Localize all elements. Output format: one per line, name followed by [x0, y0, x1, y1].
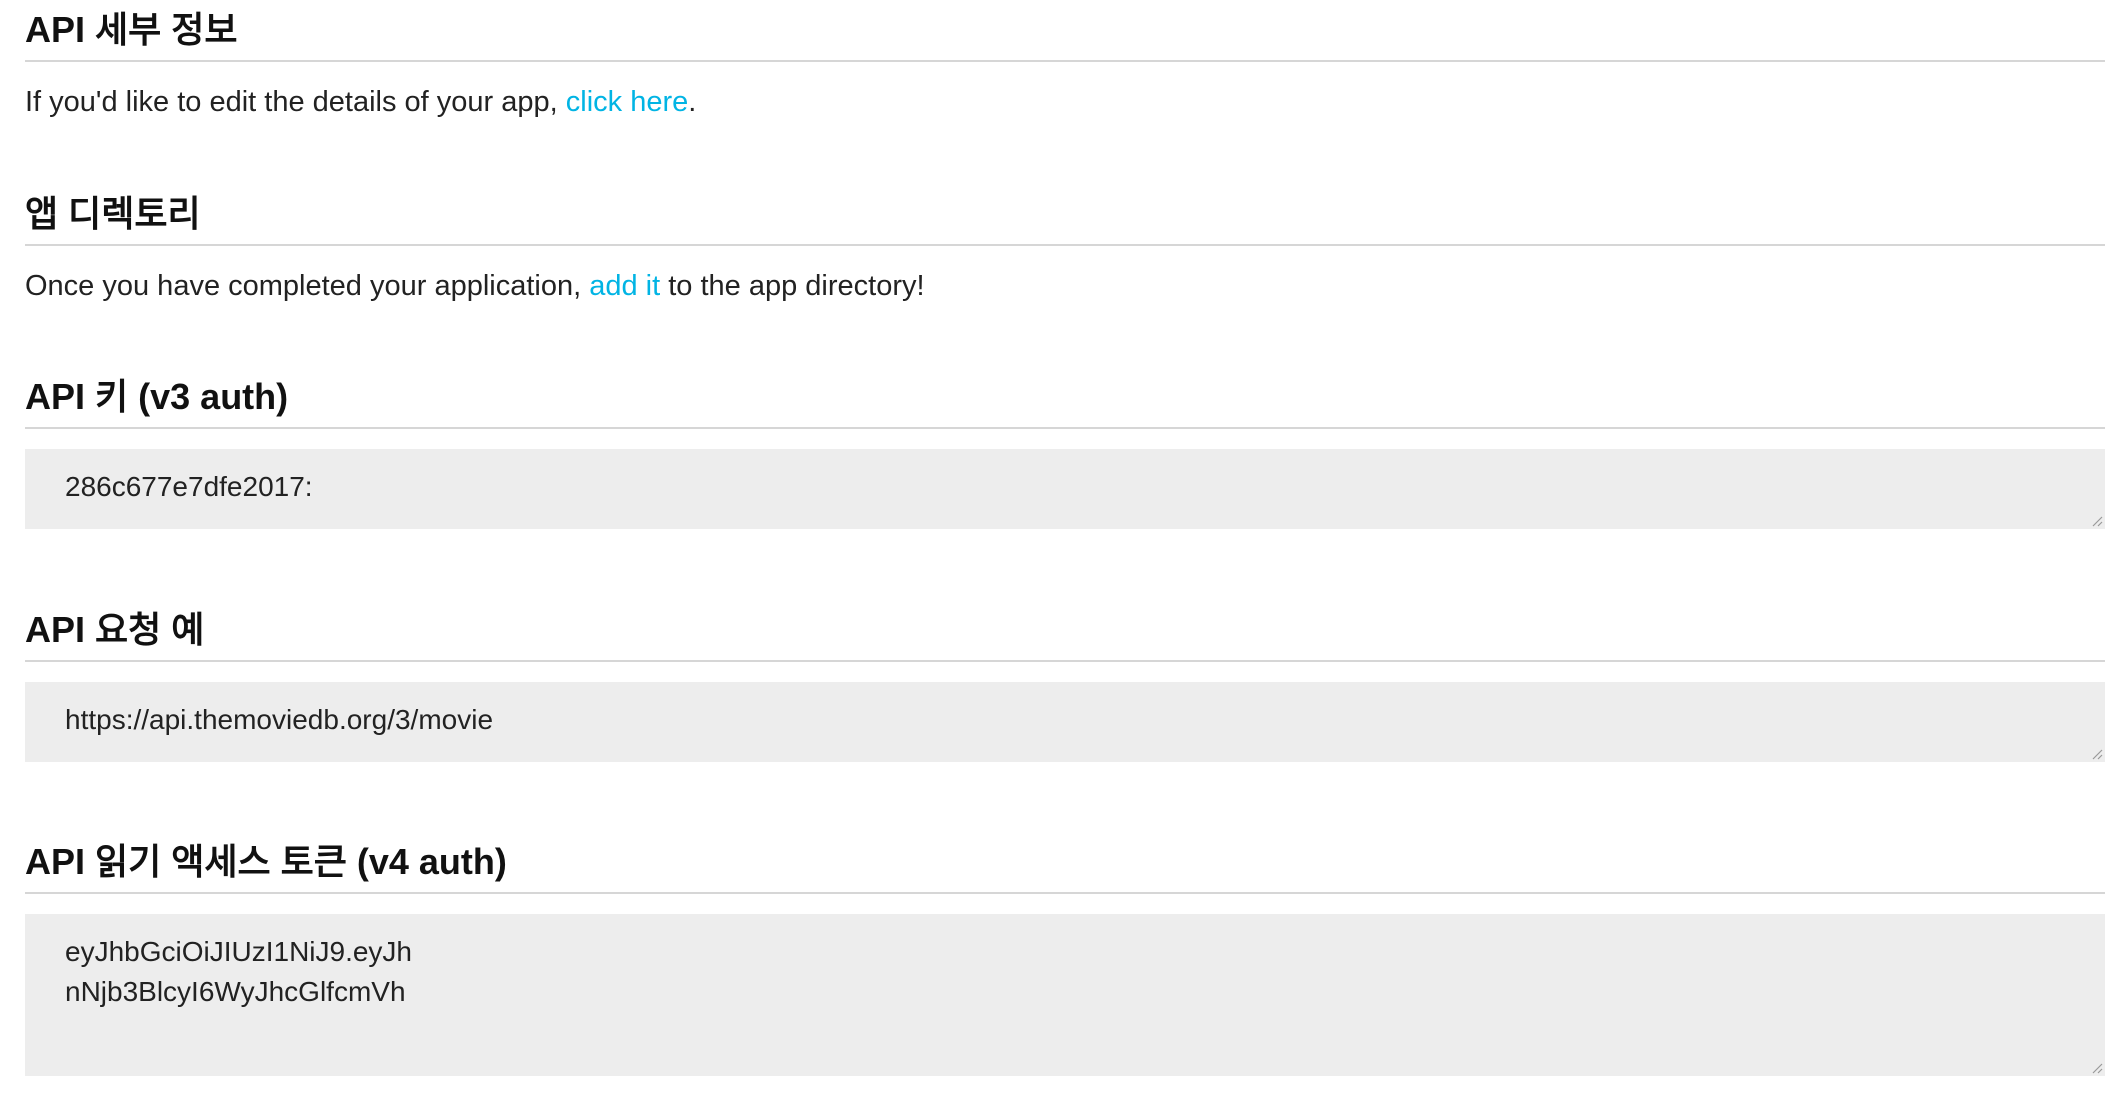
api-details-title: API 세부 정보 — [25, 6, 2105, 62]
resize-handle-icon[interactable] — [2091, 1062, 2103, 1074]
api-details-section: API 세부 정보 If you'd like to edit the deta… — [25, 6, 2105, 122]
app-directory-text-before: Once you have completed your application… — [25, 270, 590, 302]
app-directory-text: Once you have completed your application… — [25, 266, 2105, 306]
api-example-section: API 요청 예 https://api.themoviedb.org/3/mo… — [25, 606, 2105, 762]
api-key-title: API 키 (v3 auth) — [25, 373, 2105, 429]
api-token-field[interactable]: eyJhbGciOiJIUzI1NiJ9.eyJh nNjb3BlcyI6WyJ… — [25, 914, 2105, 1076]
app-directory-title: 앱 디렉토리 — [25, 190, 2105, 246]
api-key-value: 286c677e7dfe2017: — [65, 471, 313, 502]
app-directory-text-after: to the app directory! — [660, 270, 925, 302]
api-example-value: https://api.themoviedb.org/3/movie — [65, 704, 494, 735]
api-key-field[interactable]: 286c677e7dfe2017: — [25, 449, 2105, 529]
api-details-text-before: If you'd like to edit the details of you… — [25, 86, 566, 118]
api-example-field[interactable]: https://api.themoviedb.org/3/movie — [25, 682, 2105, 762]
add-to-directory-link[interactable]: add it — [589, 270, 660, 302]
api-token-line-2: nNjb3BlcyI6WyJhcGlfcmVh — [65, 976, 406, 1007]
api-token-section: API 읽기 액세스 토큰 (v4 auth) eyJhbGciOiJIUzI1… — [25, 838, 2105, 1076]
app-directory-section: 앱 디렉토리 Once you have completed your appl… — [25, 190, 2105, 306]
api-details-text-after: . — [688, 86, 697, 118]
api-token-line-1: eyJhbGciOiJIUzI1NiJ9.eyJh — [65, 936, 413, 967]
api-example-title: API 요청 예 — [25, 606, 2105, 662]
api-token-title: API 읽기 액세스 토큰 (v4 auth) — [25, 838, 2105, 894]
edit-app-link[interactable]: click here — [566, 86, 689, 118]
api-key-section: API 키 (v3 auth) 286c677e7dfe2017: — [25, 373, 2105, 529]
api-settings-page: API 세부 정보 If you'd like to edit the deta… — [0, 0, 2128, 1113]
resize-handle-icon[interactable] — [2091, 748, 2103, 760]
api-details-text: If you'd like to edit the details of you… — [25, 82, 2105, 122]
resize-handle-icon[interactable] — [2091, 515, 2103, 527]
